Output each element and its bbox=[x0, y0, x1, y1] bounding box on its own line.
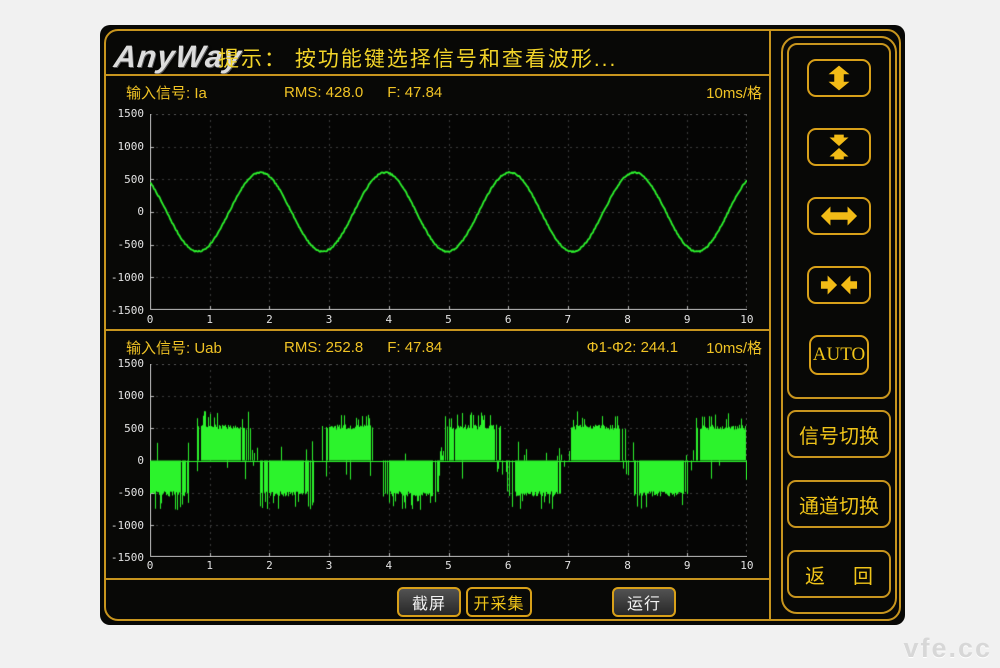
back-button[interactable]: 返 回 bbox=[787, 550, 891, 598]
watermark: vfe.cc bbox=[903, 633, 992, 664]
x-tick-label: 10 bbox=[736, 559, 758, 572]
y-tick-label: -500 bbox=[118, 486, 145, 499]
compress-vertical-icon bbox=[820, 134, 858, 160]
start-capture-button[interactable]: 开采集 bbox=[466, 587, 532, 617]
timebase-label: 10ms/格 bbox=[706, 337, 762, 358]
x-tick-label: 0 bbox=[139, 559, 161, 572]
x-tick-label: 2 bbox=[258, 559, 280, 572]
page: AnyWay 提示： 按功能键选择信号和查看波形... 输入信号: Ia RMS… bbox=[0, 0, 1000, 668]
footer-divider bbox=[104, 578, 770, 580]
y-tick-label: 0 bbox=[137, 454, 144, 467]
scale-button-group: AUTO bbox=[787, 43, 891, 399]
screenshot-button[interactable]: 截屏 bbox=[397, 587, 461, 617]
sidebar: AUTO 信号切换 通道切换 返 回 bbox=[781, 36, 897, 614]
frequency-value: F: 47.84 bbox=[387, 84, 442, 101]
phase-diff-value: Φ1-Φ2: 244.1 bbox=[587, 339, 679, 356]
x-tick-label: 8 bbox=[617, 313, 639, 326]
signal-switch-button[interactable]: 信号切换 bbox=[787, 410, 891, 458]
x-tick-label: 7 bbox=[557, 559, 579, 572]
panel1-x-axis-labels: 0 1 2 3 4 5 6 7 8 9 10 bbox=[139, 313, 758, 326]
x-tick-label: 1 bbox=[199, 313, 221, 326]
x-tick-label: 9 bbox=[676, 559, 698, 572]
y-tick-label: 1500 bbox=[118, 107, 145, 120]
x-tick-label: 0 bbox=[139, 313, 161, 326]
x-tick-label: 7 bbox=[557, 313, 579, 326]
timebase-label: 10ms/格 bbox=[706, 82, 762, 103]
x-tick-label: 4 bbox=[378, 313, 400, 326]
expand-vertical-icon bbox=[820, 65, 858, 91]
header-divider bbox=[104, 74, 770, 76]
panel2-header: 输入信号: Uab RMS: 252.8 F: 47.84 Φ1-Φ2: 244… bbox=[126, 337, 762, 358]
y-tick-label: 1500 bbox=[118, 357, 145, 370]
panel-divider bbox=[104, 329, 770, 331]
back-button-char-right: 回 bbox=[853, 560, 873, 589]
y-tick-label: 500 bbox=[124, 173, 144, 186]
panel1-y-axis-labels: 150010005000-500-1000-1500 bbox=[100, 107, 144, 317]
x-tick-label: 10 bbox=[736, 313, 758, 326]
compress-vertical-button[interactable] bbox=[807, 128, 871, 166]
x-tick-label: 5 bbox=[437, 313, 459, 326]
expand-horizontal-button[interactable] bbox=[807, 197, 871, 235]
x-tick-label: 9 bbox=[676, 313, 698, 326]
instrument-screen: AnyWay 提示： 按功能键选择信号和查看波形... 输入信号: Ia RMS… bbox=[100, 25, 905, 625]
back-button-char-left: 返 bbox=[805, 560, 825, 589]
y-tick-label: 1000 bbox=[118, 140, 145, 153]
y-tick-label: 0 bbox=[137, 205, 144, 218]
frequency-value: F: 47.84 bbox=[387, 339, 442, 356]
x-tick-label: 8 bbox=[617, 559, 639, 572]
y-tick-label: -1000 bbox=[111, 271, 144, 284]
compress-horizontal-icon bbox=[820, 272, 858, 298]
panel2-x-axis-labels: 0 1 2 3 4 5 6 7 8 9 10 bbox=[139, 559, 758, 572]
x-tick-label: 3 bbox=[318, 559, 340, 572]
rms-value: RMS: 252.8 bbox=[284, 339, 363, 356]
channel-switch-button[interactable]: 通道切换 bbox=[787, 480, 891, 528]
x-tick-label: 4 bbox=[378, 559, 400, 572]
signal-label: 输入信号: Uab bbox=[126, 337, 256, 358]
y-tick-label: -500 bbox=[118, 238, 145, 251]
x-tick-label: 6 bbox=[497, 313, 519, 326]
x-tick-label: 2 bbox=[258, 313, 280, 326]
rms-value: RMS: 428.0 bbox=[284, 84, 363, 101]
x-tick-label: 5 bbox=[437, 559, 459, 572]
hint-text: 提示： 按功能键选择信号和查看波形... bbox=[218, 43, 617, 73]
compress-horizontal-button[interactable] bbox=[807, 266, 871, 304]
panel1-header: 输入信号: Ia RMS: 428.0 F: 47.84 10ms/格 bbox=[126, 82, 762, 103]
x-tick-label: 1 bbox=[199, 559, 221, 572]
vertical-divider bbox=[769, 29, 771, 619]
x-tick-label: 6 bbox=[497, 559, 519, 572]
expand-horizontal-icon bbox=[820, 203, 858, 229]
waveform-canvas-ia bbox=[150, 114, 747, 310]
y-tick-label: 500 bbox=[124, 422, 144, 435]
run-button[interactable]: 运行 bbox=[612, 587, 676, 617]
auto-button[interactable]: AUTO bbox=[809, 335, 869, 375]
y-tick-label: -1000 bbox=[111, 519, 144, 532]
y-tick-label: 1000 bbox=[118, 389, 145, 402]
signal-label: 输入信号: Ia bbox=[126, 82, 256, 103]
x-tick-label: 3 bbox=[318, 313, 340, 326]
expand-vertical-button[interactable] bbox=[807, 59, 871, 97]
waveform-canvas-uab bbox=[150, 364, 747, 557]
panel2-y-axis-labels: 150010005000-500-1000-1500 bbox=[100, 357, 144, 564]
